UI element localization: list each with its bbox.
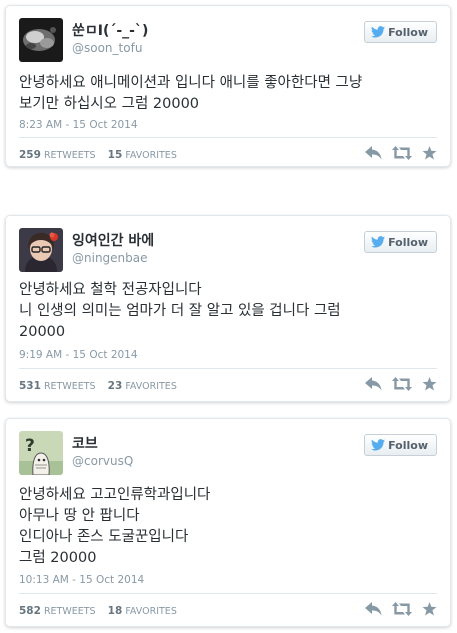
twitter-bird-icon [371,26,386,38]
avatar-image [19,18,63,62]
follow-label: Follow [388,25,428,39]
retweet-icon[interactable] [392,602,412,616]
follow-button[interactable]: Follow [364,231,437,253]
tweet-text: 안녕하세요 철학 전공자입니다 니 인생의 의미는 엄마가 더 잘 알고 있을 … [19,280,438,343]
reply-icon[interactable] [365,146,382,160]
retweet-count[interactable]: 259 [19,149,41,161]
tweet-actions [365,146,437,160]
reply-icon[interactable] [365,377,382,391]
user-handle[interactable]: @corvusQ [72,454,133,468]
follow-label: Follow [388,438,428,452]
tweet-card: ? 코브 @corvusQ Follow 안녕하세요 고고인류학과입니다 아무나… [5,418,451,627]
avatar[interactable] [19,18,63,62]
star-icon[interactable] [422,602,437,616]
follow-label: Follow [388,235,428,249]
tweet-text: 안녕하세요 고고인류학과입니다 아무나 땅 안 팝니다 인디아나 존스 도굴꾼입… [19,485,438,569]
tweet-card: 잉여인간 바에 @ningenbae Follow 안녕하세요 철학 전공자입니… [5,215,451,402]
divider [19,593,437,594]
tweet-text-line: 20000 [19,324,66,340]
user-handle[interactable]: @soon_tofu [72,41,142,55]
tweet-actions [365,377,437,391]
avatar-image [19,228,63,272]
retweet-count[interactable]: 582 [19,605,41,617]
retweets-label: RETWEETS [43,150,96,161]
tweet-text-line: 보기만 하십시오 그럼 20000 [19,96,200,112]
tweet-text-line: 그럼 20000 [19,550,97,566]
tweet-text-line: 아무나 땅 안 팝니다 [19,508,140,524]
tweet-card: 쑨ㅁI(´-_-`) @soon_tofu Follow 안녕하세요 애니메이션… [5,5,451,167]
tweet-text-line: 안녕하세요 철학 전공자입니다 [19,282,202,298]
favorite-count[interactable]: 23 [108,380,123,392]
retweets-label: RETWEETS [43,381,96,392]
twitter-bird-icon [371,236,386,248]
tweet-timestamp[interactable]: 10:13 AM - 15 Oct 2014 [19,574,144,586]
favorite-count[interactable]: 18 [108,605,123,617]
tweet-stats: 531 RETWEETS 23 FAVORITES [19,380,177,392]
tweet-actions [365,602,437,616]
retweet-count[interactable]: 531 [19,380,41,392]
follow-button[interactable]: Follow [364,21,437,43]
tweet-text-line: 니 인생의 의미는 엄마가 더 잘 알고 있을 겁니다 그럼 [19,303,341,319]
tweet-stats: 259 RETWEETS 15 FAVORITES [19,149,177,161]
retweets-label: RETWEETS [43,606,96,617]
twitter-bird-icon [371,439,386,451]
retweet-icon[interactable] [392,377,412,391]
tweet-text-line: 안녕하세요 고고인류학과입니다 [19,487,211,503]
tweet-stats: 582 RETWEETS 18 FAVORITES [19,605,177,617]
divider [19,368,437,369]
tweet-text-line: 안녕하세요 애니메이션과 입니다 애니를 좋아한다면 그냥 [19,75,363,91]
tweet-text: 안녕하세요 애니메이션과 입니다 애니를 좋아한다면 그냥 보기만 하십시오 그… [19,73,438,115]
tweet-timestamp[interactable]: 9:19 AM - 15 Oct 2014 [19,349,138,361]
star-icon[interactable] [422,377,437,391]
user-handle[interactable]: @ningenbae [72,251,148,265]
favorites-label: FAVORITES [125,606,177,617]
tweet-timestamp[interactable]: 8:23 AM - 15 Oct 2014 [19,119,138,131]
favorites-label: FAVORITES [125,381,177,392]
star-icon[interactable] [422,146,437,160]
divider [19,137,437,138]
display-name[interactable]: 잉여인간 바에 [72,230,154,250]
favorite-count[interactable]: 15 [108,149,123,161]
display-name[interactable]: 코브 [72,433,98,453]
retweet-icon[interactable] [392,146,412,160]
favorites-label: FAVORITES [125,150,177,161]
follow-button[interactable]: Follow [364,434,437,456]
reply-icon[interactable] [365,602,382,616]
tweet-text-line: 인디아나 존스 도굴꾼입니다 [19,529,189,545]
svg-text:?: ? [25,436,35,456]
avatar[interactable] [19,228,63,272]
display-name[interactable]: 쑨ㅁI(´-_-`) [72,20,148,40]
avatar[interactable]: ? [19,431,63,475]
avatar-image: ? [19,431,63,475]
